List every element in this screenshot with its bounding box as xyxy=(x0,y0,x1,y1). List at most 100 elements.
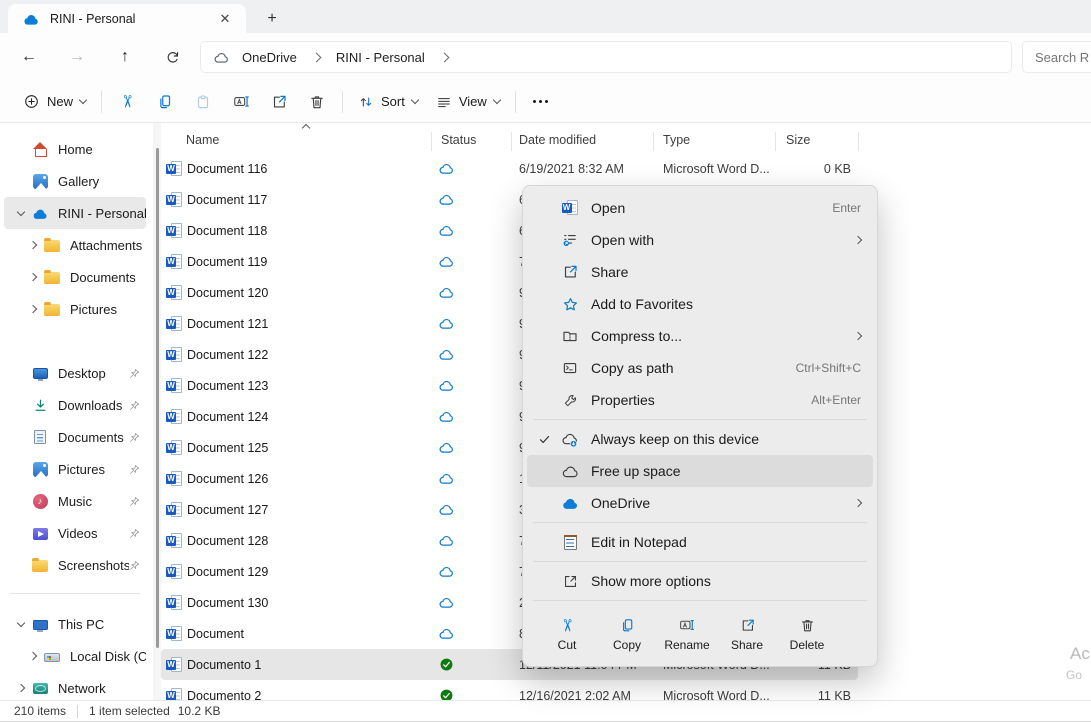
file-name: Document 119 xyxy=(187,246,267,277)
sidebar-item-pictures-onedrive[interactable]: Pictures xyxy=(4,293,146,325)
view-button[interactable]: View xyxy=(427,85,509,119)
word-file-icon: W xyxy=(166,401,183,432)
open-with-icon xyxy=(555,231,585,249)
column-header-name[interactable]: Name xyxy=(186,133,219,147)
menu-item-open-with[interactable]: Open with xyxy=(527,224,873,256)
breadcrumb-onedrive[interactable]: OneDrive xyxy=(238,48,301,67)
file-name: Documento 2 xyxy=(187,680,261,700)
refresh-button[interactable] xyxy=(156,42,190,72)
sidebar-scrollbar-thumb[interactable] xyxy=(156,148,159,648)
sidebar-item-onedrive[interactable]: RINI - Personal xyxy=(4,197,146,229)
menu-divider xyxy=(533,419,867,420)
navigation-pane: Home Gallery RINI - Personal Attachments… xyxy=(0,123,150,700)
explorer-tab[interactable]: RINI - Personal ✕ xyxy=(8,4,246,33)
menu-item-free-up-space[interactable]: Free up space xyxy=(527,455,873,487)
new-tab-button[interactable]: + xyxy=(260,7,284,31)
word-file-icon: W xyxy=(166,525,183,556)
tab-close-icon[interactable]: ✕ xyxy=(214,8,236,30)
copy-button[interactable] xyxy=(146,85,184,119)
sidebar-item-documents[interactable]: Documents xyxy=(4,421,146,453)
sidebar-item-music[interactable]: ♪ Music xyxy=(4,485,146,517)
chevron-right-icon[interactable] xyxy=(29,652,37,660)
word-file-icon: W xyxy=(166,184,183,215)
breadcrumb-current-folder[interactable]: RINI - Personal xyxy=(332,48,429,67)
sidebar-item-gallery[interactable]: Gallery xyxy=(4,165,146,197)
menu-item-open[interactable]: W Open Enter xyxy=(527,192,873,224)
copy-icon xyxy=(619,617,636,634)
menu-item-compress-to[interactable]: Compress to... xyxy=(527,320,873,352)
menu-item-copy-as-path[interactable]: Copy as path Ctrl+Shift+C xyxy=(527,352,873,384)
delete-button[interactable] xyxy=(298,85,336,119)
paste-button[interactable] xyxy=(184,85,222,119)
back-button[interactable]: ← xyxy=(12,42,46,72)
quick-action-delete[interactable]: Delete xyxy=(777,610,837,658)
cut-button[interactable]: ✂ xyxy=(108,85,146,119)
sort-button-label: Sort xyxy=(381,94,405,109)
file-name: Document 129 xyxy=(187,556,268,587)
word-file-icon: W xyxy=(166,494,183,525)
quick-action-share[interactable]: Share xyxy=(717,610,777,658)
sync-status-icon xyxy=(437,308,455,339)
sidebar-item-desktop[interactable]: Desktop xyxy=(4,357,146,389)
file-row[interactable]: W Documento 2 12/16/2021 2:02 AM Microso… xyxy=(161,680,1091,700)
sidebar-scrollbar[interactable] xyxy=(153,123,161,700)
menu-item-properties[interactable]: Properties Alt+Enter xyxy=(527,384,873,416)
chevron-right-icon[interactable] xyxy=(29,241,37,249)
cut-icon: ✂ xyxy=(119,94,136,108)
word-file-icon: W xyxy=(166,649,183,680)
sidebar-item-network[interactable]: Network xyxy=(4,672,146,700)
search-input[interactable] xyxy=(1035,50,1091,65)
sidebar-item-local-disk[interactable]: Local Disk (C:) xyxy=(4,640,146,672)
quick-action-copy[interactable]: Copy xyxy=(597,610,657,658)
chevron-down-icon[interactable] xyxy=(17,618,25,626)
sidebar-item-videos[interactable]: Videos xyxy=(4,517,146,549)
chevron-down-icon xyxy=(493,96,501,104)
file-name: Document 125 xyxy=(187,432,268,463)
up-button[interactable]: ↑ xyxy=(108,42,142,72)
column-header-type[interactable]: Type xyxy=(663,133,690,147)
file-name: Document xyxy=(187,618,244,649)
watermark-text: Ac xyxy=(1070,644,1090,664)
menu-item-add-to-favorites[interactable]: Add to Favorites xyxy=(527,288,873,320)
sidebar-item-attachments[interactable]: Attachments xyxy=(4,229,146,261)
sync-status-icon xyxy=(437,153,455,184)
sidebar-item-home[interactable]: Home xyxy=(4,133,146,165)
sync-status-icon xyxy=(437,370,455,401)
cloud-icon xyxy=(555,464,585,479)
column-header-size[interactable]: Size xyxy=(786,133,810,147)
sidebar-item-downloads[interactable]: Downloads xyxy=(4,389,146,421)
chevron-right-icon[interactable] xyxy=(29,273,37,281)
menu-item-onedrive[interactable]: OneDrive xyxy=(527,487,873,519)
menu-item-edit-in-notepad[interactable]: Edit in Notepad xyxy=(527,526,873,558)
sidebar-item-documents-onedrive[interactable]: Documents xyxy=(4,261,146,293)
chevron-right-icon[interactable] xyxy=(29,305,37,313)
local-disk-icon xyxy=(44,653,60,662)
quick-action-cut[interactable]: ✂ Cut xyxy=(537,610,597,658)
sidebar-item-pictures[interactable]: Pictures xyxy=(4,453,146,485)
show-more-icon xyxy=(555,573,585,590)
file-name: Document 122 xyxy=(187,339,268,370)
forward-button[interactable]: → xyxy=(60,42,94,72)
command-toolbar: New ✂ Sort View xyxy=(0,81,1091,123)
rename-button[interactable] xyxy=(222,85,260,119)
file-row[interactable]: W Document 116 6/19/2021 8:32 AM Microso… xyxy=(161,153,1091,184)
trash-icon xyxy=(799,617,816,634)
quick-action-rename[interactable]: Rename xyxy=(657,610,717,658)
sort-icon xyxy=(358,94,374,110)
menu-item-always-keep-on-device[interactable]: Always keep on this device xyxy=(527,423,873,455)
see-more-button[interactable] xyxy=(522,85,560,119)
sidebar-item-this-pc[interactable]: This PC xyxy=(4,608,146,640)
sidebar-item-screenshots[interactable]: Screenshots xyxy=(4,549,146,581)
column-header-date[interactable]: Date modified xyxy=(519,133,596,147)
column-header-status[interactable]: Status xyxy=(441,133,476,147)
sync-status-icon xyxy=(437,494,455,525)
sort-button[interactable]: Sort xyxy=(349,85,427,119)
copy-icon xyxy=(156,93,174,111)
share-button[interactable] xyxy=(260,85,298,119)
menu-item-show-more-options[interactable]: Show more options xyxy=(527,565,873,597)
address-bar[interactable]: OneDrive RINI - Personal xyxy=(200,41,1012,73)
search-box[interactable] xyxy=(1022,41,1091,73)
menu-item-share[interactable]: Share xyxy=(527,256,873,288)
chevron-right-icon[interactable] xyxy=(17,684,25,692)
new-button[interactable]: New xyxy=(14,85,95,119)
